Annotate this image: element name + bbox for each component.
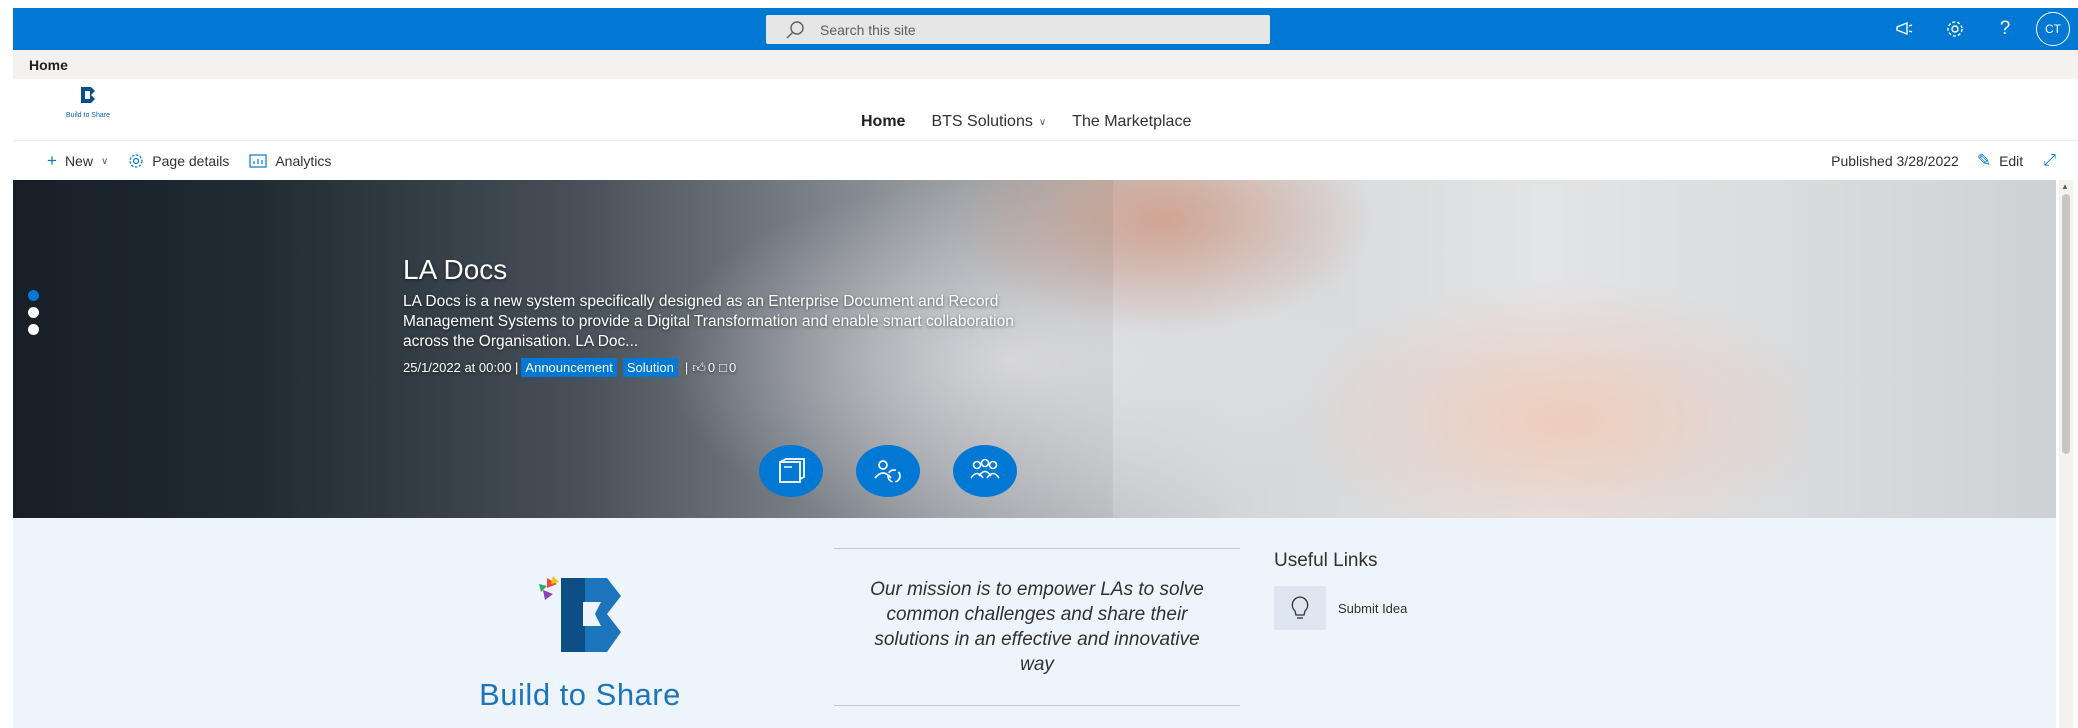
sharepoint-page: Search this site ? CT Home Build to Shar… xyxy=(13,8,2078,728)
link-label: Submit Idea xyxy=(1338,600,1408,616)
tag-announcement[interactable]: Announcement xyxy=(521,358,617,377)
new-label: New xyxy=(64,153,93,169)
quick-action-circles xyxy=(759,445,1050,497)
document-icon[interactable] xyxy=(759,445,823,497)
breadcrumb-home[interactable]: Home xyxy=(29,57,68,73)
scrollbar-thumb[interactable] xyxy=(2062,194,2070,454)
link-submit-idea[interactable]: Submit Idea xyxy=(1274,586,1574,630)
search-placeholder: Search this site xyxy=(820,21,916,38)
expand-icon[interactable]: ⤢ xyxy=(2043,152,2056,170)
tag-solution[interactable]: Solution xyxy=(622,358,678,377)
breadcrumb: Home xyxy=(13,50,2078,79)
logo-wordmark: Build to Share xyxy=(479,677,681,712)
search-box[interactable]: Search this site xyxy=(766,15,1270,44)
carousel-dot-3[interactable] xyxy=(28,324,39,335)
command-bar: + New ∨ Page details Analytics Published… xyxy=(13,142,2078,180)
carousel-dots xyxy=(28,290,39,341)
mission-section: Build to Share Our mission is to empower… xyxy=(13,518,2056,728)
nav-label: Home xyxy=(861,113,906,130)
logo-caption: Build to Share xyxy=(66,112,110,119)
nav-item-bts-solutions[interactable]: BTS Solutions ∨ xyxy=(931,113,1046,131)
suite-actions: ? CT xyxy=(1880,8,2078,50)
nav-label: BTS Solutions xyxy=(931,113,1033,130)
useful-links-title: Useful Links xyxy=(1274,550,1378,571)
suite-bar: Search this site ? CT xyxy=(13,8,2078,50)
gear-icon xyxy=(129,154,143,168)
mission-statement: Our mission is to empower LAs to solve c… xyxy=(834,548,1240,706)
hero-date: 25/1/2022 at 00:00 | xyxy=(403,360,519,375)
hero-description: LA Docs is a new system specifically des… xyxy=(403,293,1014,350)
chevron-down-icon: ∨ xyxy=(1038,116,1047,128)
plus-icon: + xyxy=(47,151,57,170)
lightbulb-icon xyxy=(1274,586,1326,630)
search-icon xyxy=(786,20,804,38)
build-to-share-logo: Build to Share xyxy=(465,568,695,713)
hero-title[interactable]: LA Docs xyxy=(403,254,1063,286)
hero-meta: 25/1/2022 at 00:00 | Announcement Soluti… xyxy=(403,358,1063,377)
analytics-button[interactable]: Analytics xyxy=(249,153,331,169)
user-avatar[interactable]: CT xyxy=(2036,12,2070,46)
carousel-dot-1[interactable] xyxy=(28,290,39,301)
meta-separator: | xyxy=(684,360,689,375)
vertical-scrollbar[interactable]: ▲ xyxy=(2059,180,2073,728)
edit-button[interactable]: ✎ Edit xyxy=(1977,151,2023,171)
page-details-label: Page details xyxy=(152,153,230,169)
nav-item-marketplace[interactable]: The Marketplace xyxy=(1072,113,1191,131)
analytics-icon xyxy=(249,154,267,168)
new-button[interactable]: + New ∨ xyxy=(47,151,108,171)
megaphone-icon[interactable] xyxy=(1880,8,1930,50)
site-header: Build to Share Home BTS Solutions ∨ The … xyxy=(13,79,2078,141)
comment-icon[interactable]: □ xyxy=(719,360,727,375)
edit-label: Edit xyxy=(1999,153,2024,169)
community-icon[interactable] xyxy=(953,445,1017,497)
help-icon[interactable]: ? xyxy=(1980,8,2030,50)
site-logo[interactable]: Build to Share xyxy=(55,83,121,123)
useful-links: Useful Links Submit Idea xyxy=(1274,550,1574,630)
like-icon[interactable]: 👍︎ xyxy=(692,360,706,376)
gear-icon[interactable] xyxy=(1930,8,1980,50)
like-count: 0 xyxy=(707,360,716,375)
chevron-down-icon: ∨ xyxy=(100,155,109,167)
comment-count: 0 xyxy=(728,360,737,375)
pencil-icon: ✎ xyxy=(1976,151,1992,170)
collaboration-icon[interactable] xyxy=(856,445,920,497)
bts-logo-icon xyxy=(81,87,95,103)
published-status: Published 3/28/2022 xyxy=(1831,153,1959,169)
carousel-dot-2[interactable] xyxy=(28,307,39,318)
analytics-label: Analytics xyxy=(275,153,332,169)
hero-carousel[interactable]: LA Docs LA Docs is a new system specific… xyxy=(13,180,2056,518)
scroll-up-icon[interactable]: ▲ xyxy=(2061,182,2069,191)
bts-large-logo-icon xyxy=(539,576,621,652)
nav-label: The Marketplace xyxy=(1072,113,1192,130)
hero-content: LA Docs LA Docs is a new system specific… xyxy=(403,254,1063,377)
nav-item-home[interactable]: Home xyxy=(861,113,905,131)
top-nav: Home BTS Solutions ∨ The Marketplace xyxy=(861,113,1217,131)
page-details-button[interactable]: Page details xyxy=(128,153,229,169)
